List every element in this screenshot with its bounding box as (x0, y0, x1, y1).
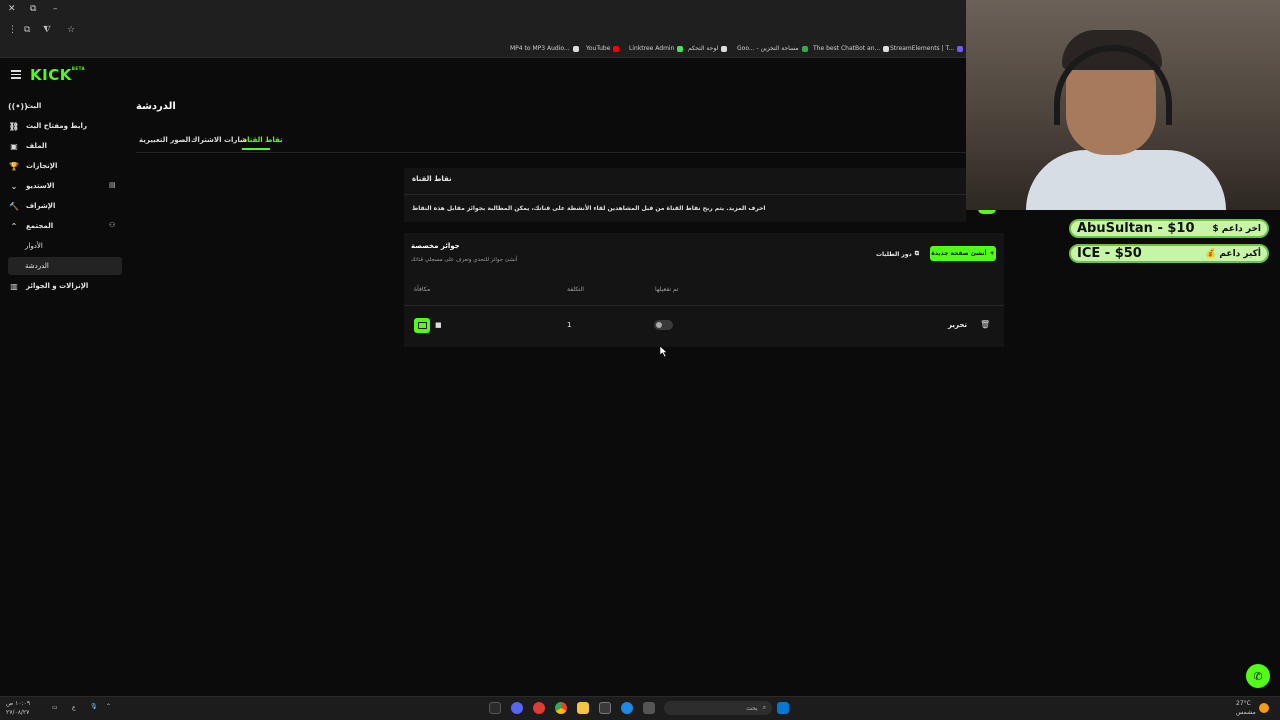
sidebar-item-studio[interactable]: ⌄ الاستديو (8, 177, 122, 195)
sidebar-item-drops[interactable]: ▥ الإنزالات و الجوائز (8, 277, 122, 295)
external-link-icon: ⧉ (914, 250, 919, 257)
chrome-icon[interactable] (555, 702, 567, 714)
edge-icon[interactable] (621, 702, 633, 714)
channel-points-card (404, 168, 966, 222)
column-header-enabled: تم تفعيلها (655, 286, 679, 293)
mouse-cursor-icon (660, 346, 668, 357)
last-supporter-badge: AbuSultan - $10 $ اخر داعم (1069, 219, 1269, 238)
hamburger-menu-icon[interactable] (11, 70, 21, 81)
chat-bubble-icon[interactable]: ✆ (1246, 664, 1270, 688)
notification-icon[interactable]: ▭ (52, 704, 58, 711)
sidebar-item-stream[interactable]: ((•)) البث (8, 97, 122, 115)
extensions-icon[interactable]: ⧉ (24, 25, 30, 35)
top-supporter-badge: ICE - $50 💰 أكبر داعم (1069, 244, 1269, 263)
sidebar-item-moderation[interactable]: 🔨 الإشراف (8, 197, 122, 215)
community-badge-icon: ⚇ (109, 221, 116, 229)
reward-cost: 1 (567, 321, 572, 329)
close-window-icon[interactable]: ✕ (8, 4, 16, 14)
store-icon[interactable] (599, 702, 611, 714)
bookmark-star-icon[interactable]: ☆ (67, 25, 75, 35)
chevron-up-icon: ⌃ (10, 221, 18, 231)
sun-icon (1259, 703, 1269, 713)
menu-dots-icon[interactable]: ⋮ (8, 25, 17, 35)
taskbar (0, 696, 1280, 720)
kick-logo[interactable]: KICKBETA (30, 66, 85, 84)
sidebar-item-community[interactable]: ⌃ المجتمع (8, 217, 122, 235)
windows-start-icon[interactable] (777, 702, 789, 714)
screen: ✕ ⧉ – ⋮ ⧉ ⧨ ☆ MP4 to MP3 Audio... YouTub… (0, 0, 1280, 720)
link-icon: ⛓ (8, 121, 20, 131)
studio-badge-icon: ▤ (109, 181, 116, 189)
column-header-reward: مكافأة (414, 286, 431, 293)
reward-name: ■ (435, 321, 442, 329)
app-icon[interactable] (533, 702, 545, 714)
chevron-up-icon[interactable]: ⌃ (106, 703, 111, 710)
taskbar-search[interactable]: بحث ⌕ (664, 701, 772, 715)
channel-points-description: احرف المزيد. يتم ربح نقاط القناة من قبل … (412, 205, 766, 212)
custom-rewards-title: جوائز مخصصة (411, 242, 460, 250)
bookmark-item[interactable]: StreamElements | T... (890, 45, 964, 52)
bookmark-item[interactable]: MP4 to MP3 Audio... (510, 45, 579, 52)
reward-enabled-toggle[interactable] (654, 320, 673, 330)
webcam-feed (966, 0, 1280, 210)
maximize-window-icon[interactable]: ⧉ (30, 4, 36, 14)
sidebar-item-achievements[interactable]: 🏆 الإنجازات (8, 157, 122, 175)
tab-subscription-badges[interactable]: شارات الاشتراك (191, 136, 247, 144)
language-indicator[interactable]: ع (72, 704, 76, 711)
bookmark-item[interactable]: لوحة التحكم (688, 45, 728, 52)
hammer-icon: 🔨 (9, 201, 19, 211)
browser-toolbar (0, 20, 966, 42)
edit-reward-button[interactable]: تحرير (948, 321, 967, 329)
trophy-icon: 🏆 (9, 161, 19, 171)
profile-icon: ▣ (10, 141, 18, 151)
requests-history-button[interactable]: دور الطلبات ⧉ (876, 248, 919, 260)
sidebar-item-profile[interactable]: ▣ الملف (8, 137, 122, 155)
clock-time[interactable]: ١٠:٠٩ ص (6, 700, 30, 707)
plus-icon: + (989, 250, 995, 257)
file-explorer-icon[interactable] (577, 702, 589, 714)
tab-emotes[interactable]: الصور التعبيرية (139, 136, 191, 144)
app-window-icon[interactable] (643, 702, 655, 714)
search-icon: ⌕ (762, 704, 766, 711)
bookmark-item[interactable]: YouTube (586, 45, 620, 52)
broadcast-icon: ((•)) (8, 101, 28, 111)
add-reward-button[interactable]: أنشئ صفحة جديدة + (930, 246, 996, 261)
tab-channel-points[interactable]: نقاط القناة (243, 136, 283, 144)
table-divider (404, 305, 1004, 306)
weather-temp[interactable]: 27°C (1236, 700, 1251, 707)
sidebar-item-chat[interactable]: الدردشة (8, 257, 122, 275)
save-page-icon[interactable]: ⧨ (43, 25, 51, 35)
weather-desc[interactable]: مشمس (1236, 709, 1256, 716)
active-tab-indicator (242, 148, 270, 150)
xbox-icon[interactable] (489, 702, 501, 714)
trash-icon[interactable]: 🗑 (980, 320, 990, 329)
discord-icon[interactable] (511, 702, 523, 714)
microphone-icon[interactable]: 🎙 (90, 703, 98, 710)
page-title: الدردشة (136, 101, 176, 112)
bookmark-item[interactable]: Goo... - مساحة التخزين (737, 45, 808, 52)
minimize-window-icon[interactable]: – (53, 4, 58, 14)
card-divider (404, 194, 966, 195)
channel-points-title: نقاط القناة (412, 175, 452, 183)
tabs-divider (136, 152, 966, 153)
custom-rewards-subtitle: أنشئ جوائز للتحدي وتعرف على مسجلي قناتك (411, 257, 518, 263)
column-header-cost: التكلفة (567, 286, 584, 293)
bookmark-item[interactable]: Linktree Admin (629, 45, 684, 52)
gift-icon: ▥ (10, 281, 18, 291)
reward-icon (414, 318, 430, 333)
sidebar-item-roles[interactable]: الأدوار (8, 237, 122, 255)
sidebar-item-stream-key[interactable]: ⛓ رابط ومفتاح البث (8, 117, 122, 135)
browser-titlebar (0, 0, 966, 20)
chevron-down-icon: ⌄ (10, 181, 18, 191)
bookmark-item[interactable]: The best ChatBot an... (813, 45, 890, 52)
clock-date[interactable]: ٢٧/٠٨/٢٧ (6, 709, 29, 716)
